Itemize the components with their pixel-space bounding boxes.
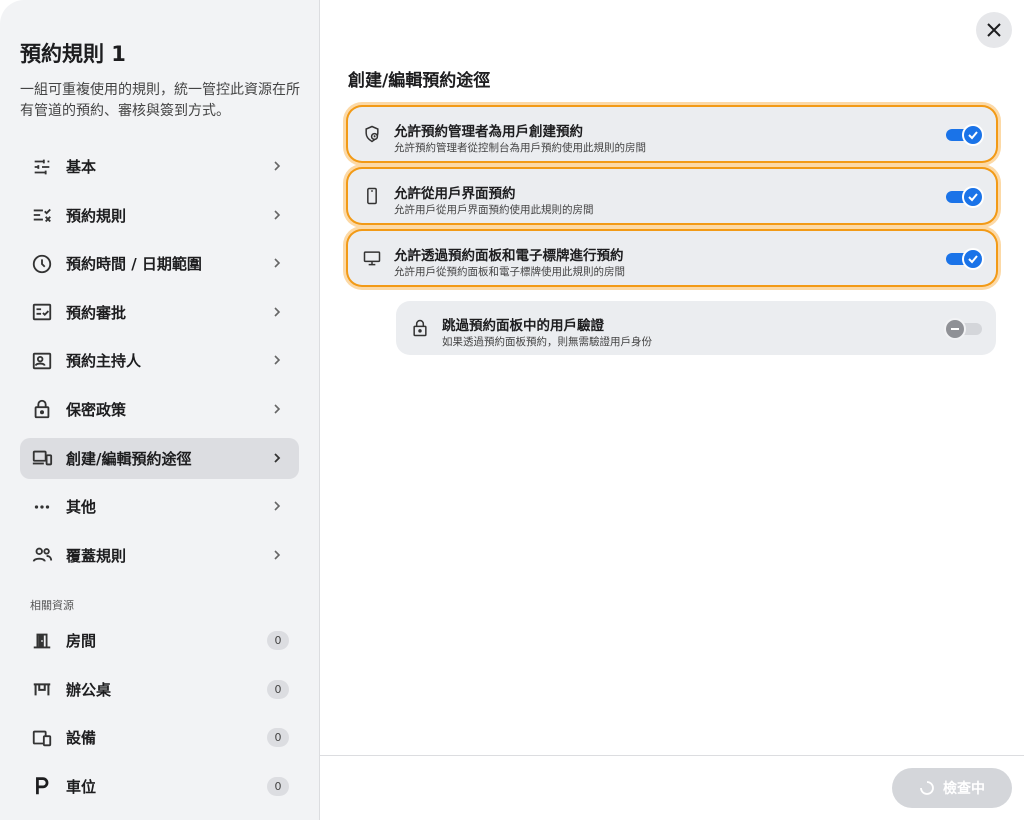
more-icon — [30, 495, 54, 519]
door-icon — [30, 629, 54, 653]
count-badge: 0 — [267, 728, 289, 747]
resource-item-parking[interactable]: 車位 0 — [20, 766, 299, 807]
footer-divider — [320, 755, 1024, 756]
spinner-icon — [920, 781, 934, 795]
check-icon — [968, 131, 978, 140]
rule-description: 一組可重複使用的規則，統一管控此資源在所有管道的預約、審核與簽到方式。 — [20, 82, 300, 119]
resource-item-rooms[interactable]: 房間 0 — [20, 620, 299, 661]
sidebar-item-label: 預約審批 — [66, 303, 127, 322]
close-button[interactable] — [976, 12, 1012, 48]
option-subtitle: 允許用戶從預約面板和電子標牌使用此規則的房間 — [394, 266, 625, 278]
option-subtitle: 允許用戶從用戶界面預約使用此規則的房間 — [394, 204, 594, 216]
resource-label: 車位 — [66, 777, 97, 796]
sidebar-item-label: 創建/編輯預約途徑 — [66, 449, 192, 468]
option-admin-create: 允許預約管理者為用戶創建預約 允許預約管理者從控制台為用戶預約使用此規則的房間 — [348, 107, 996, 161]
resource-label: 設備 — [66, 729, 97, 747]
check-icon — [968, 193, 978, 202]
minus-icon — [951, 328, 959, 330]
sidebar: 預約規則 1 一組可重複使用的規則，統一管控此資源在所有管道的預約、審核與簽到方… — [0, 0, 320, 820]
host-icon — [30, 349, 54, 373]
option-subtitle: 允許預約管理者從控制台為用戶預約使用此規則的房間 — [394, 142, 646, 154]
devices-icon — [30, 446, 54, 470]
sidebar-item-booking-rules[interactable]: 預約規則 — [20, 195, 299, 236]
resource-label: 房間 — [66, 632, 97, 650]
toggle-switch[interactable] — [946, 186, 984, 208]
option-title: 跳過預約面板中的用戶驗證 — [442, 318, 604, 334]
option-skip-verification: 跳過預約面板中的用戶驗證 如果透過預約面板預約，則無需驗證用戶身份 — [396, 301, 996, 355]
sidebar-item-privacy[interactable]: 保密政策 — [20, 389, 299, 430]
close-icon — [987, 23, 1001, 37]
sidebar-item-label: 覆蓋規則 — [66, 546, 127, 565]
chevron-right-icon — [274, 161, 281, 171]
checking-button[interactable]: 檢查中 — [892, 768, 1012, 808]
option-title: 允許透過預約面板和電子標牌進行預約 — [394, 248, 624, 264]
option-panel-signage: 允許透過預約面板和電子標牌進行預約 允許用戶從預約面板和電子標牌使用此規則的房間 — [348, 231, 996, 285]
sidebar-item-override[interactable]: 覆蓋規則 — [20, 535, 299, 576]
resource-item-equipment[interactable]: 設備 0 — [20, 717, 299, 758]
lock-icon — [30, 397, 54, 421]
option-user-interface: 允許從用戶界面預約 允許用戶從用戶界面預約使用此規則的房間 — [348, 169, 996, 223]
approval-icon — [30, 300, 54, 324]
related-resources-label: 相關資源 — [30, 599, 74, 612]
sidebar-item-booking-channels[interactable]: 創建/編輯預約途徑 — [20, 437, 299, 479]
chevron-right-icon — [274, 404, 281, 414]
chevron-right-icon — [274, 452, 281, 463]
phone-icon — [367, 187, 377, 205]
toggle-switch[interactable] — [946, 248, 984, 270]
monitor-icon — [363, 251, 381, 266]
lock-icon — [413, 319, 427, 337]
resource-item-desks[interactable]: 辦公桌 0 — [20, 669, 299, 710]
sidebar-item-label: 預約主持人 — [66, 352, 142, 371]
option-subtitle: 如果透過預約面板預約，則無需驗證用戶身份 — [442, 336, 652, 348]
sidebar-item-label: 基本 — [66, 158, 97, 176]
toggle-switch[interactable] — [944, 318, 982, 340]
desk-icon — [30, 677, 54, 701]
parking-icon — [30, 774, 54, 798]
count-badge: 0 — [267, 776, 289, 796]
chevron-right-icon — [274, 550, 281, 560]
section-title: 創建/編輯預約途徑 — [348, 71, 491, 91]
sidebar-item-host[interactable]: 預約主持人 — [20, 340, 299, 381]
check-icon — [968, 255, 978, 264]
sidebar-item-other[interactable]: 其他 — [20, 486, 299, 527]
sliders-icon — [30, 155, 54, 179]
sidebar-nav: 基本 預約規則 預約時間 / 日期範圍 預約審批 預約主持人 保密政策 創建/編… — [20, 146, 299, 583]
chevron-right-icon — [274, 501, 281, 511]
sidebar-item-label: 保密政策 — [66, 400, 127, 419]
chevron-right-icon — [274, 307, 281, 317]
equipment-icon — [30, 726, 54, 750]
sidebar-item-approval[interactable]: 預約審批 — [20, 292, 299, 333]
people-icon — [30, 543, 54, 567]
count-badge: 0 — [267, 631, 289, 650]
option-title: 允許預約管理者為用戶創建預約 — [394, 124, 583, 140]
chevron-right-icon — [274, 258, 281, 268]
sidebar-item-time-range[interactable]: 預約時間 / 日期範圍 — [20, 243, 299, 284]
chevron-right-icon — [274, 355, 281, 365]
checklist-icon — [30, 203, 54, 227]
sidebar-item-label: 預約時間 / 日期範圍 — [66, 255, 202, 274]
sidebar-item-basic[interactable]: 基本 — [20, 146, 299, 187]
sidebar-item-label: 其他 — [66, 498, 97, 517]
clock-icon — [30, 252, 54, 276]
count-badge: 0 — [267, 679, 289, 699]
resources-list: 房間 0 辦公桌 0 設備 0 車位 0 — [20, 620, 299, 814]
chevron-right-icon — [274, 210, 281, 220]
rule-title: 預約規則 1 — [20, 42, 126, 66]
sidebar-item-label: 預約規則 — [66, 206, 127, 225]
resource-label: 辦公桌 — [66, 680, 112, 699]
option-title: 允許從用戶界面預約 — [394, 186, 516, 202]
checking-label: 檢查中 — [943, 781, 985, 797]
shield-icon — [365, 125, 379, 143]
toggle-switch[interactable] — [946, 124, 984, 146]
